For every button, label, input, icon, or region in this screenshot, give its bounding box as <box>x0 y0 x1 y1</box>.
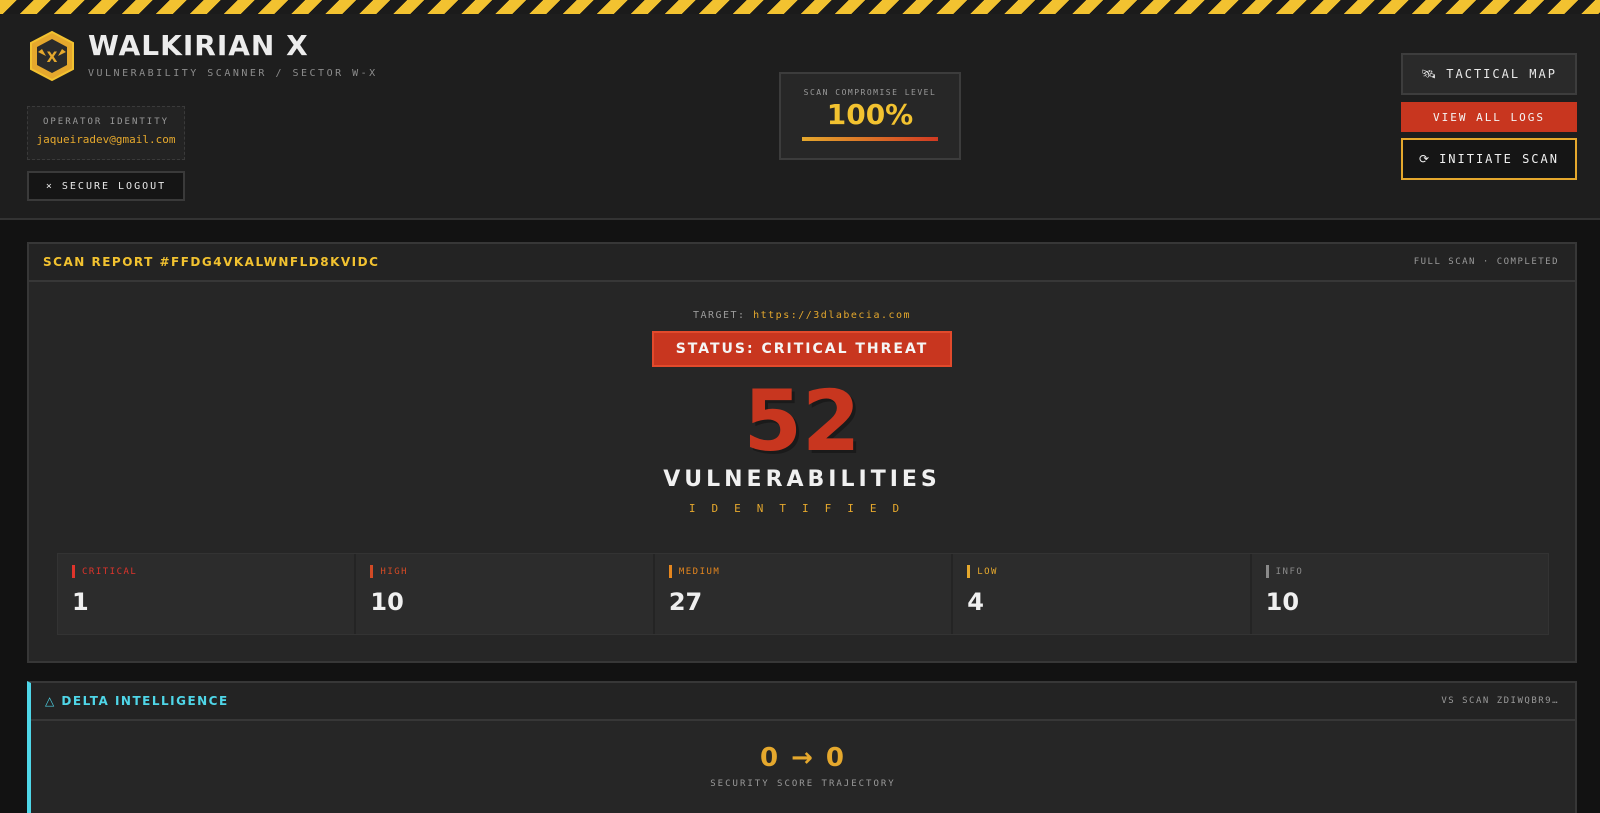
refresh-icon: ⟳ <box>1419 152 1432 166</box>
scan-report-header: SCAN REPORT #FFDG4VKALWNFLD8KVIDC FULL S… <box>29 244 1575 282</box>
operator-email: jaqueiradev@gmail.com <box>36 133 176 146</box>
severity-name: MEDIUM <box>678 566 721 577</box>
severity-breakdown: CRITICAL 1 HIGH 10 MEDIUM 27 LOW 4 INFO 10 <box>57 553 1549 635</box>
identified-label: IDENTIFIED <box>688 502 916 515</box>
app-title: WALKIRIAN X <box>88 29 309 62</box>
severity-count: 10 <box>1265 588 1300 616</box>
target-url[interactable]: https://3dlabecia.com <box>753 310 911 321</box>
compromise-value: 100% <box>826 98 914 131</box>
secure-logout-button[interactable]: × SECURE LOGOUT <box>27 171 185 201</box>
app-header: X WALKIRIAN X VULNERABILITY SCANNER / SE… <box>0 14 1600 220</box>
severity-marker <box>668 565 672 578</box>
initiate-scan-label: INITIATE SCAN <box>1439 152 1559 166</box>
svg-text:X: X <box>47 50 58 66</box>
compromise-level-panel: SCAN COMPROMISE LEVEL 100% <box>779 72 961 160</box>
severity-count: 4 <box>967 588 984 616</box>
scan-report-title: SCAN REPORT #FFDG4VKALWNFLD8KVIDC <box>43 255 380 269</box>
severity-card-info: INFO 10 <box>1251 554 1549 634</box>
delta-intelligence-panel: △ DELTA INTELLIGENCE VS SCAN ZDIWQBR9… 0… <box>27 681 1577 813</box>
severity-count: 10 <box>370 588 404 616</box>
initiate-scan-button[interactable]: ⟳ INITIATE SCAN <box>1401 138 1577 180</box>
scan-report-panel: SCAN REPORT #FFDG4VKALWNFLD8KVIDC FULL S… <box>27 242 1577 663</box>
severity-marker <box>370 565 374 578</box>
severity-name: LOW <box>977 566 998 577</box>
severity-name: CRITICAL <box>82 566 138 577</box>
severity-card-medium: MEDIUM 27 <box>654 554 954 634</box>
severity-label: CRITICAL <box>72 565 340 578</box>
operator-label: OPERATOR IDENTITY <box>42 117 170 127</box>
score-trajectory-label: SECURITY SCORE TRAJECTORY <box>710 779 896 789</box>
compromise-bar <box>802 137 938 141</box>
delta-compare-scan: VS SCAN ZDIWQBR9… <box>1441 696 1559 706</box>
shield-logo-icon: X <box>30 30 74 82</box>
brand: X WALKIRIAN X VULNERABILITY SCANNER / SE… <box>28 30 378 82</box>
score-trajectory: 0 → 0 <box>759 743 847 773</box>
operator-identity-card: OPERATOR IDENTITY jaqueiradev@gmail.com <box>27 106 185 160</box>
severity-name: HIGH <box>380 566 409 577</box>
tactical-map-button[interactable]: 🛰 TACTICAL MAP <box>1401 53 1577 95</box>
severity-label: INFO <box>1265 565 1534 578</box>
hazard-stripe <box>0 0 1600 14</box>
status-badge: STATUS: CRITICAL THREAT <box>652 331 952 367</box>
vulnerability-total: 52 <box>743 372 861 470</box>
target-label: TARGET: <box>692 310 746 321</box>
severity-label: LOW <box>967 565 1235 578</box>
severity-marker <box>72 565 75 578</box>
delta-title: △ DELTA INTELLIGENCE <box>45 694 229 708</box>
vulnerabilities-label: VULNERABILITIES <box>663 467 941 492</box>
view-all-logs-button[interactable]: VIEW ALL LOGS <box>1401 102 1577 132</box>
compromise-label: SCAN COMPROMISE LEVEL <box>803 88 937 97</box>
severity-marker <box>967 565 971 578</box>
satellite-icon: 🛰 <box>1421 67 1439 81</box>
scan-report-meta: FULL SCAN · COMPLETED <box>1413 257 1559 267</box>
severity-marker <box>1265 565 1269 578</box>
app-subtitle: VULNERABILITY SCANNER / SECTOR W-X <box>88 68 378 79</box>
severity-card-low: LOW 4 <box>953 554 1252 634</box>
severity-name: INFO <box>1275 566 1304 577</box>
severity-card-high: HIGH 10 <box>356 554 655 634</box>
severity-count: 1 <box>72 588 89 616</box>
severity-card-critical: CRITICAL 1 <box>58 554 357 634</box>
compromise-bar-fill <box>802 137 938 141</box>
severity-label: HIGH <box>370 565 638 578</box>
delta-header: △ DELTA INTELLIGENCE VS SCAN ZDIWQBR9… <box>31 683 1575 721</box>
severity-count: 27 <box>668 588 703 616</box>
target-line: TARGET: https://3dlabecia.com <box>29 310 1575 321</box>
tactical-map-label: TACTICAL MAP <box>1446 67 1557 81</box>
severity-label: MEDIUM <box>668 565 937 578</box>
